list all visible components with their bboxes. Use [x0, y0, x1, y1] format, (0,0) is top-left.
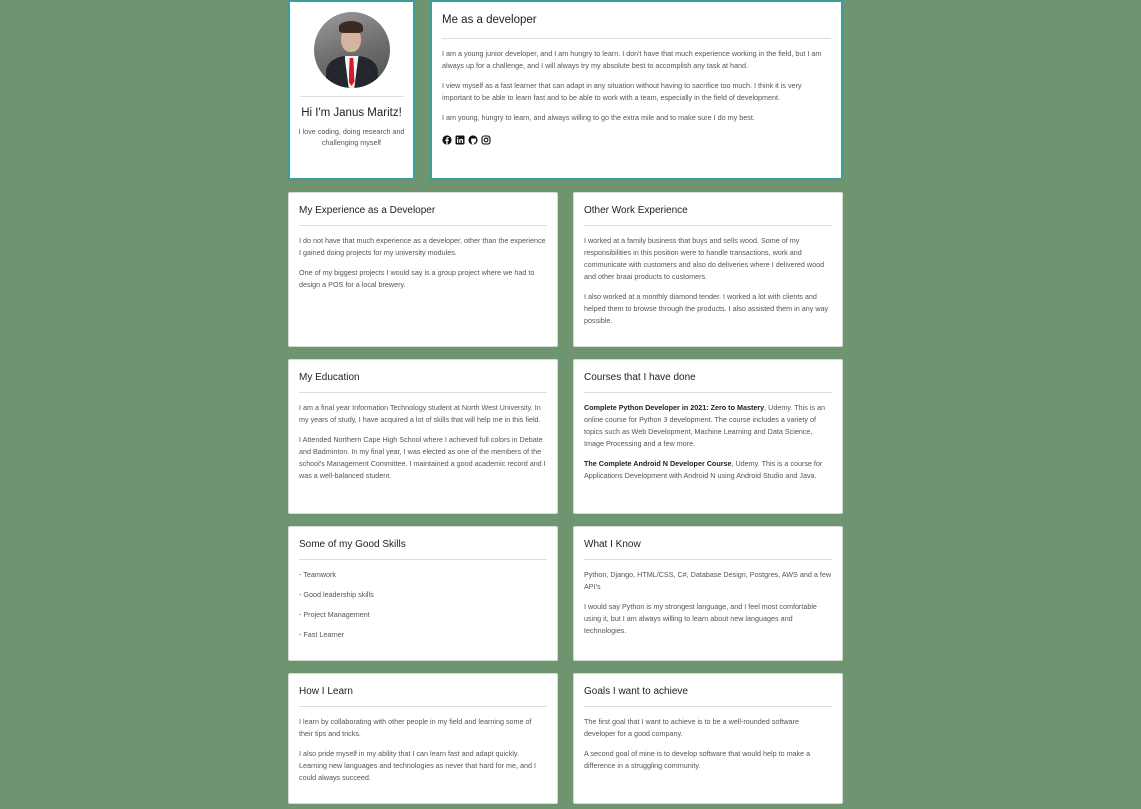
course-item: The Complete Android N Developer Course,…: [584, 458, 832, 482]
paragraph: I am young, hungry to learn, and always …: [442, 113, 755, 122]
experience-card: My Experience as a Developer I do not ha…: [288, 192, 558, 347]
card-title: My Experience as a Developer: [299, 205, 547, 226]
card-title: What I Know: [584, 539, 832, 560]
paragraph: I am a final year Information Technology…: [299, 403, 541, 424]
skill-item: - Fast Learner: [299, 630, 345, 639]
avatar: [313, 12, 390, 88]
paragraph: Python, Django, HTML/CSS, C#, Database D…: [584, 570, 832, 591]
paragraph: I would say Python is my strongest langu…: [584, 602, 817, 635]
profile-card: Hi I'm Janus Maritz! I love coding, doin…: [288, 0, 415, 180]
card-title: Me as a developer: [442, 14, 831, 39]
paragraph: One of my biggest projects I would say i…: [299, 268, 535, 289]
github-icon[interactable]: [468, 132, 478, 150]
social-links: [442, 132, 831, 150]
other-work-card: Other Work Experience I worked at a fami…: [573, 192, 843, 347]
know-card: What I Know Python, Django, HTML/CSS, C#…: [573, 526, 843, 661]
paragraph: I do not have that much experience as a …: [299, 236, 546, 257]
course-item: Complete Python Developer in 2021: Zero …: [584, 402, 832, 450]
skill-item: - Teamwork: [299, 570, 337, 579]
paragraph: I also worked at a monthly diamond tende…: [584, 292, 829, 325]
card-title: How I Learn: [299, 686, 547, 707]
learn-card: How I Learn I learn by collaborating wit…: [288, 673, 558, 804]
profile-tagline: I love coding, doing research and challe…: [298, 127, 405, 147]
profile-name: Hi I'm Janus Maritz!: [301, 107, 402, 119]
goals-card: Goals I want to achieve The first goal t…: [573, 673, 843, 804]
paragraph: A second goal of mine is to develop soft…: [584, 749, 811, 770]
paragraph: I Attended Northern Cape High School whe…: [299, 435, 546, 480]
card-title: My Education: [299, 372, 547, 393]
developer-card: Me as a developer I am a young junior de…: [430, 0, 843, 180]
divider: [299, 96, 404, 97]
card-title: Goals I want to achieve: [584, 686, 832, 707]
facebook-icon[interactable]: [442, 132, 452, 150]
courses-card: Courses that I have done Complete Python…: [573, 359, 843, 514]
skill-item: - Project Management: [299, 610, 370, 619]
card-title: Courses that I have done: [584, 372, 832, 393]
course-name: Complete Python Developer in 2021: Zero …: [584, 403, 765, 412]
instagram-icon[interactable]: [481, 132, 491, 150]
paragraph: The first goal that I want to achieve is…: [584, 717, 799, 738]
skills-card: Some of my Good Skills - Teamwork - Good…: [288, 526, 558, 661]
paragraph: I also pride myself in my ability that I…: [299, 749, 536, 782]
paragraph: I learn by collaborating with other peop…: [299, 717, 532, 738]
education-card: My Education I am a final year Informati…: [288, 359, 558, 514]
linkedin-icon[interactable]: [455, 132, 465, 150]
card-title: Some of my Good Skills: [299, 539, 547, 560]
skill-item: - Good leadership skills: [299, 590, 374, 599]
paragraph: I am a young junior developer, and I am …: [442, 49, 822, 70]
course-name: The Complete Android N Developer Course: [584, 459, 732, 468]
card-title: Other Work Experience: [584, 205, 832, 226]
paragraph: I worked at a family business that buys …: [584, 236, 825, 281]
paragraph: I view myself as a fast learner that can…: [442, 81, 802, 102]
